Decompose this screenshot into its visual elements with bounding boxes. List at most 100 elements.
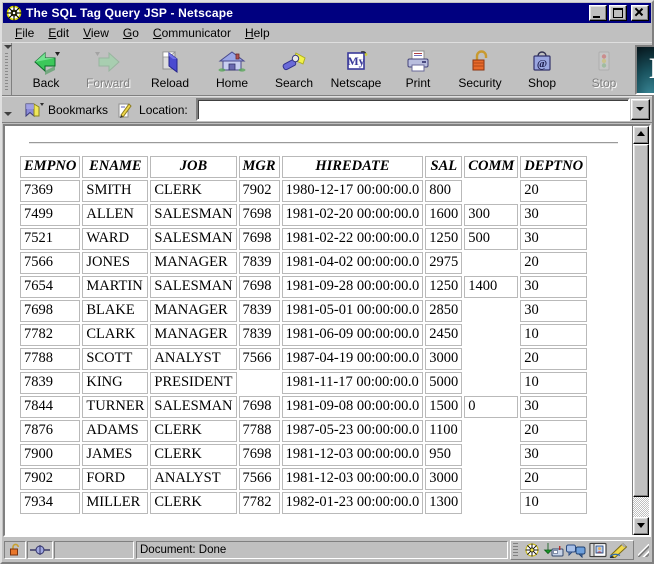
scroll-up-arrow[interactable]: [633, 126, 649, 144]
mailbox-icon[interactable]: [543, 542, 565, 558]
cell-comm: [464, 468, 519, 490]
cell-deptno: 30: [520, 204, 588, 226]
menu-bar: File Edit View Go Communicator Help: [2, 23, 652, 42]
scroll-down-arrow[interactable]: [633, 517, 649, 535]
cell-sal: 1100: [425, 420, 463, 442]
cell-ename: TURNER: [82, 396, 149, 418]
discussions-icon[interactable]: [565, 542, 587, 558]
minimize-button[interactable]: [589, 5, 607, 21]
resize-grip[interactable]: [636, 542, 650, 558]
scroll-track[interactable]: [633, 144, 649, 517]
reload-button[interactable]: Reload: [139, 45, 201, 93]
cell-empno: 7900: [20, 444, 81, 466]
query-result-table: EMPNO ENAME JOB MGR HIREDATE SAL COMM DEPTNO 73…: [18, 154, 589, 516]
title-bar: The SQL Tag Query JSP - Netscape: [3, 3, 651, 23]
menu-item-view[interactable]: View: [76, 25, 116, 41]
location-field[interactable]: [195, 98, 630, 121]
location-input[interactable]: [197, 102, 628, 117]
cell-mgr: 7698: [238, 204, 280, 226]
stop-button[interactable]: Stop: [573, 45, 635, 93]
column-header-deptno: DEPTNO: [520, 156, 588, 178]
cell-deptno: 10: [520, 372, 588, 394]
home-button[interactable]: Home: [201, 45, 263, 93]
table-body: 7369 SMITH CLERK 7902 1980-12-17 00:00:00.0 8…: [20, 180, 588, 514]
cell-hiredate: 1981-02-20 00:00:00.0: [281, 204, 424, 226]
menu-item-edit[interactable]: Edit: [41, 25, 76, 41]
composer-icon[interactable]: [609, 542, 631, 558]
cell-deptno: 20: [520, 468, 588, 490]
cell-deptno: 20: [520, 348, 588, 370]
cell-comm: [464, 444, 519, 466]
cell-empno: 7839: [20, 372, 81, 394]
component-bar: [510, 540, 634, 560]
maximize-button[interactable]: [609, 5, 627, 21]
vertical-scrollbar[interactable]: [632, 126, 649, 535]
cell-ename: MILLER: [82, 492, 149, 514]
cell-comm: [464, 420, 519, 442]
cell-hiredate: 1981-12-03 00:00:00.0: [281, 468, 424, 490]
cell-mgr: 7698: [238, 444, 280, 466]
cell-job: ANALYST: [150, 468, 237, 490]
cell-mgr: 7698: [238, 228, 280, 250]
menu-item-communicator[interactable]: Communicator: [146, 25, 238, 41]
cell-comm: [464, 180, 519, 202]
search-button[interactable]: Search: [263, 45, 325, 93]
table-row: 7788 SCOTT ANALYST 7566 1987-04-19 00:00:00.…: [20, 348, 588, 370]
reload-icon: [155, 49, 185, 75]
cell-comm: 500: [464, 228, 519, 250]
cell-ename: KING: [82, 372, 149, 394]
cell-deptno: 20: [520, 252, 588, 274]
reload-button-label: Reload: [150, 75, 190, 90]
forward-button[interactable]: Forward: [77, 45, 139, 93]
print-button[interactable]: Print: [387, 45, 449, 93]
menu-item-go[interactable]: Go: [116, 25, 146, 41]
connection-status-button[interactable]: [27, 541, 53, 559]
cell-hiredate: 1987-04-19 00:00:00.0: [281, 348, 424, 370]
cell-ename: WARD: [82, 228, 149, 250]
cell-sal: 800: [425, 180, 463, 202]
scroll-thumb[interactable]: [633, 144, 649, 497]
netscape-button[interactable]: My Netscape: [325, 45, 387, 93]
cell-job: PRESIDENT: [150, 372, 237, 394]
location-label-button[interactable]: Location:: [111, 100, 191, 120]
home-icon: [217, 49, 247, 75]
component-bar-grip[interactable]: [513, 543, 518, 557]
cell-hiredate: 1981-06-09 00:00:00.0: [281, 324, 424, 346]
unlocked-padlock-icon: [8, 543, 23, 557]
status-message: Document: Done: [140, 544, 227, 556]
table-row: 7369 SMITH CLERK 7902 1980-12-17 00:00:00.0 8…: [20, 180, 588, 202]
cell-mgr: 7839: [238, 324, 280, 346]
cell-empno: 7844: [20, 396, 81, 418]
toolbar-grip[interactable]: [2, 43, 12, 95]
location-dropdown-button[interactable]: [631, 99, 650, 120]
security-button[interactable]: Security: [449, 45, 511, 93]
menu-item-file[interactable]: File: [8, 25, 41, 41]
bookmarks-button[interactable]: Bookmarks: [20, 100, 111, 120]
table-row: 7782 CLARK MANAGER 7839 1981-06-09 00:00:00.…: [20, 324, 588, 346]
menu-item-help[interactable]: Help: [238, 25, 277, 41]
forward-arrow-icon: [93, 49, 123, 75]
security-status-button[interactable]: [4, 541, 26, 559]
netscape-logo[interactable]: N: [635, 45, 654, 95]
close-button[interactable]: [631, 5, 649, 21]
table-row: 7654 MARTIN SALESMAN 7698 1981-09-28 00:00:0…: [20, 276, 588, 298]
cell-deptno: 30: [520, 228, 588, 250]
table-row: 7902 FORD ANALYST 7566 1981-12-03 00:00:00.0…: [20, 468, 588, 490]
content-area: EMPNO ENAME JOB MGR HIREDATE SAL COMM DEPTNO 73…: [3, 124, 651, 537]
cell-job: MANAGER: [150, 324, 237, 346]
navigator-icon[interactable]: [521, 542, 543, 558]
back-button[interactable]: Back: [15, 45, 77, 93]
column-header-ename: ENAME: [82, 156, 149, 178]
cell-job: CLERK: [150, 180, 237, 202]
back-arrow-icon: [31, 49, 61, 75]
cell-sal: 3000: [425, 348, 463, 370]
column-header-job: JOB: [150, 156, 237, 178]
my-netscape-icon: My: [341, 49, 371, 75]
cell-hiredate: 1987-05-23 00:00:00.0: [281, 420, 424, 442]
column-header-empno: EMPNO: [20, 156, 81, 178]
cell-job: SALESMAN: [150, 396, 237, 418]
address-book-icon[interactable]: [587, 542, 609, 558]
bookmark-icon: [23, 101, 45, 119]
cell-ename: FORD: [82, 468, 149, 490]
shop-button[interactable]: @ Shop: [511, 45, 573, 93]
